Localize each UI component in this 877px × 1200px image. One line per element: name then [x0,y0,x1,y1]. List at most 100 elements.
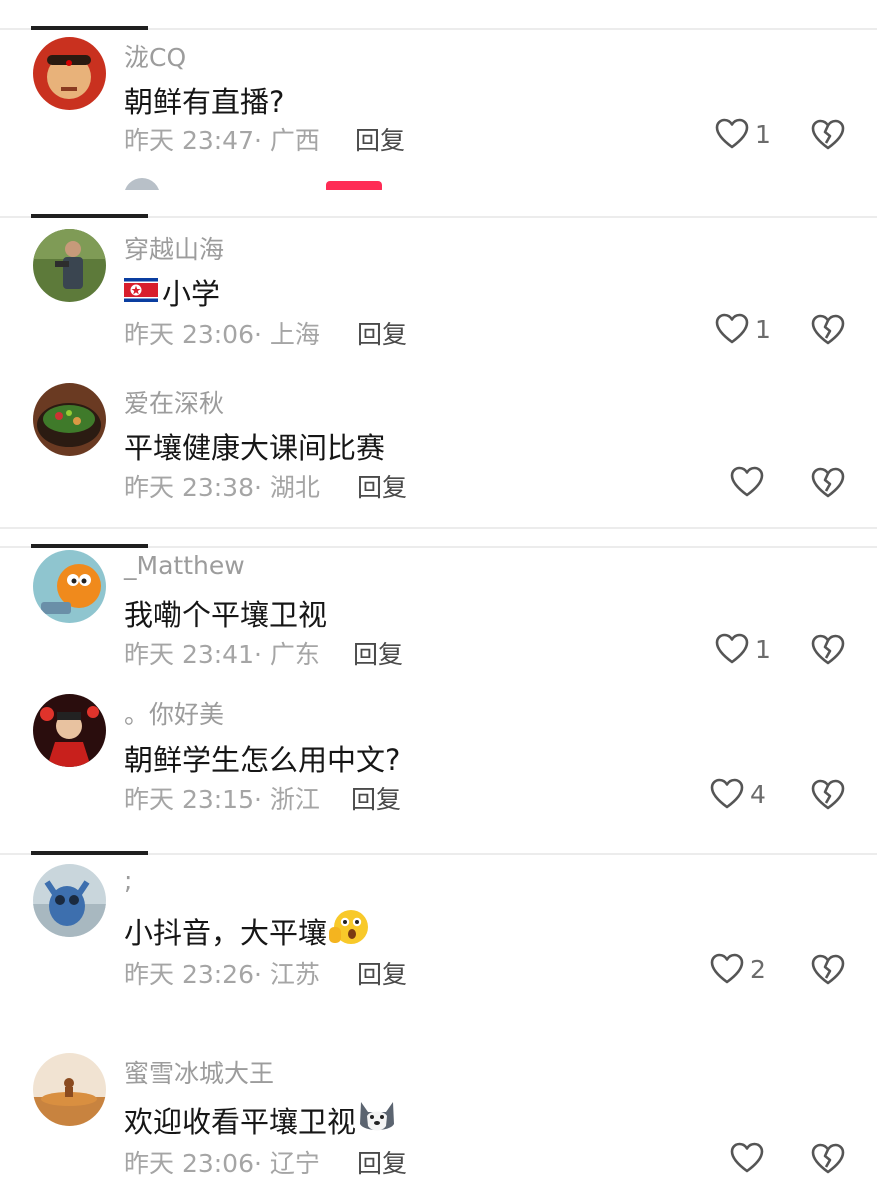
author-badge [326,181,382,190]
thread-divider [0,527,877,529]
location: 浙江 [269,785,320,814]
comment-text-body: 欢迎收看平壤卫视 [124,1104,357,1139]
dislike-button[interactable] [811,467,845,499]
username[interactable]: ; [124,866,132,895]
avatar[interactable] [33,550,106,623]
divider-mark [31,26,148,30]
broken-heart-icon [811,954,845,986]
reply-button[interactable]: 回复 [357,1144,407,1180]
heart-outline-icon [715,313,749,345]
thread-divider [0,851,877,855]
comment-text: 平壤健康大课间比赛 [124,431,386,465]
avatar[interactable] [33,37,106,110]
like-count: 1 [755,119,771,149]
heart-outline-icon [730,466,764,498]
heart-outline-icon [715,118,749,150]
north-korea-flag [124,275,158,309]
heart-outline-icon [710,778,744,810]
location: 江苏 [269,960,320,989]
like-button[interactable]: 1 [715,313,771,345]
divider-mark [31,851,148,855]
reply-button[interactable]: 回复 [357,315,407,351]
location: 上海 [269,320,320,349]
reply-button[interactable]: 回复 [351,780,401,816]
like-count: 1 [755,314,771,344]
comment-text: 我嘞个平壤卫视 [124,598,328,632]
broken-heart-icon [811,314,845,346]
dislike-button[interactable] [811,1143,845,1175]
thread-divider [0,26,877,30]
username[interactable]: 穿越山海 [124,230,224,266]
timestamp: 昨天 23:26 [124,960,254,989]
timestamp: 昨天 23:15 [124,785,254,814]
like-count: 2 [750,954,766,984]
dislike-button[interactable] [811,634,845,666]
like-button[interactable]: 1 [715,118,771,150]
like-button[interactable] [730,466,770,498]
comment-text-body: 小学 [162,277,221,311]
location: 辽宁 [269,1149,320,1178]
comment-text: 欢迎收看平壤卫视 [124,1096,398,1143]
location: 湖北 [269,473,320,502]
avatar[interactable] [33,229,106,302]
broken-heart-icon [811,634,845,666]
like-button[interactable]: 2 [710,953,766,985]
timestamp: 昨天 23:06 [124,320,254,349]
thread-divider [0,544,877,548]
comment-text: 朝鲜有直播? [124,85,285,119]
comment-meta: 昨天 23:41· 广东 [124,640,320,669]
broken-heart-icon [811,1143,845,1175]
husky-emoji [356,1096,398,1143]
collapsed-reply-preview[interactable] [0,178,877,190]
comment-meta: 昨天 23:26· 江苏 [124,960,320,989]
reply-avatar [124,178,160,190]
divider-mark [31,214,148,218]
avatar[interactable] [33,383,106,456]
location: 广东 [269,640,320,669]
username[interactable]: 泷CQ [124,38,186,74]
dislike-button[interactable] [811,954,845,986]
comment-text-body: 小抖音，大平壤 [124,915,328,950]
reply-button[interactable]: 回复 [355,121,405,157]
dislike-button[interactable] [811,779,845,811]
thread-divider [0,214,877,218]
reply-button[interactable]: 回复 [357,955,407,991]
broken-heart-icon [811,467,845,499]
reply-button[interactable]: 回复 [357,468,407,504]
avatar[interactable] [33,1053,106,1126]
location: 广西 [269,126,320,155]
comment-meta: 昨天 23:15· 浙江 [124,785,320,814]
comment-list: 泷CQ 朝鲜有直播? 昨天 23:47· 广西 回复 1 穿越山海 小学 昨天 … [0,0,877,1200]
divider-mark [31,544,148,548]
username[interactable]: _Matthew [124,551,245,580]
shocked-emoji [327,907,369,954]
comment-meta: 昨天 23:38· 湖北 [124,473,320,502]
comment-text: 朝鲜学生怎么用中文? [124,743,401,777]
comment-meta: 昨天 23:06· 上海 [124,320,320,349]
reply-button[interactable]: 回复 [353,635,403,671]
like-button[interactable]: 1 [715,633,771,665]
dislike-button[interactable] [811,314,845,346]
comment-text: 小学 [124,271,220,313]
heart-outline-icon [730,1142,764,1174]
avatar[interactable] [33,694,106,767]
timestamp: 昨天 23:38 [124,473,254,502]
comment-text: 小抖音，大平壤 [124,907,369,954]
heart-outline-icon [715,633,749,665]
username[interactable]: 爱在深秋 [124,384,224,420]
broken-heart-icon [811,119,845,151]
username[interactable]: 。你好美 [124,695,224,731]
like-count: 1 [755,634,771,664]
heart-outline-icon [710,953,744,985]
comment-meta: 昨天 23:47· 广西 [124,126,320,155]
timestamp: 昨天 23:06 [124,1149,254,1178]
like-button[interactable] [730,1142,770,1174]
timestamp: 昨天 23:47 [124,126,254,155]
username[interactable]: 蜜雪冰城大王 [124,1054,274,1090]
broken-heart-icon [811,779,845,811]
like-button[interactable]: 4 [710,778,766,810]
avatar[interactable] [33,864,106,937]
dislike-button[interactable] [811,119,845,151]
comment-meta: 昨天 23:06· 辽宁 [124,1149,320,1178]
timestamp: 昨天 23:41 [124,640,254,669]
